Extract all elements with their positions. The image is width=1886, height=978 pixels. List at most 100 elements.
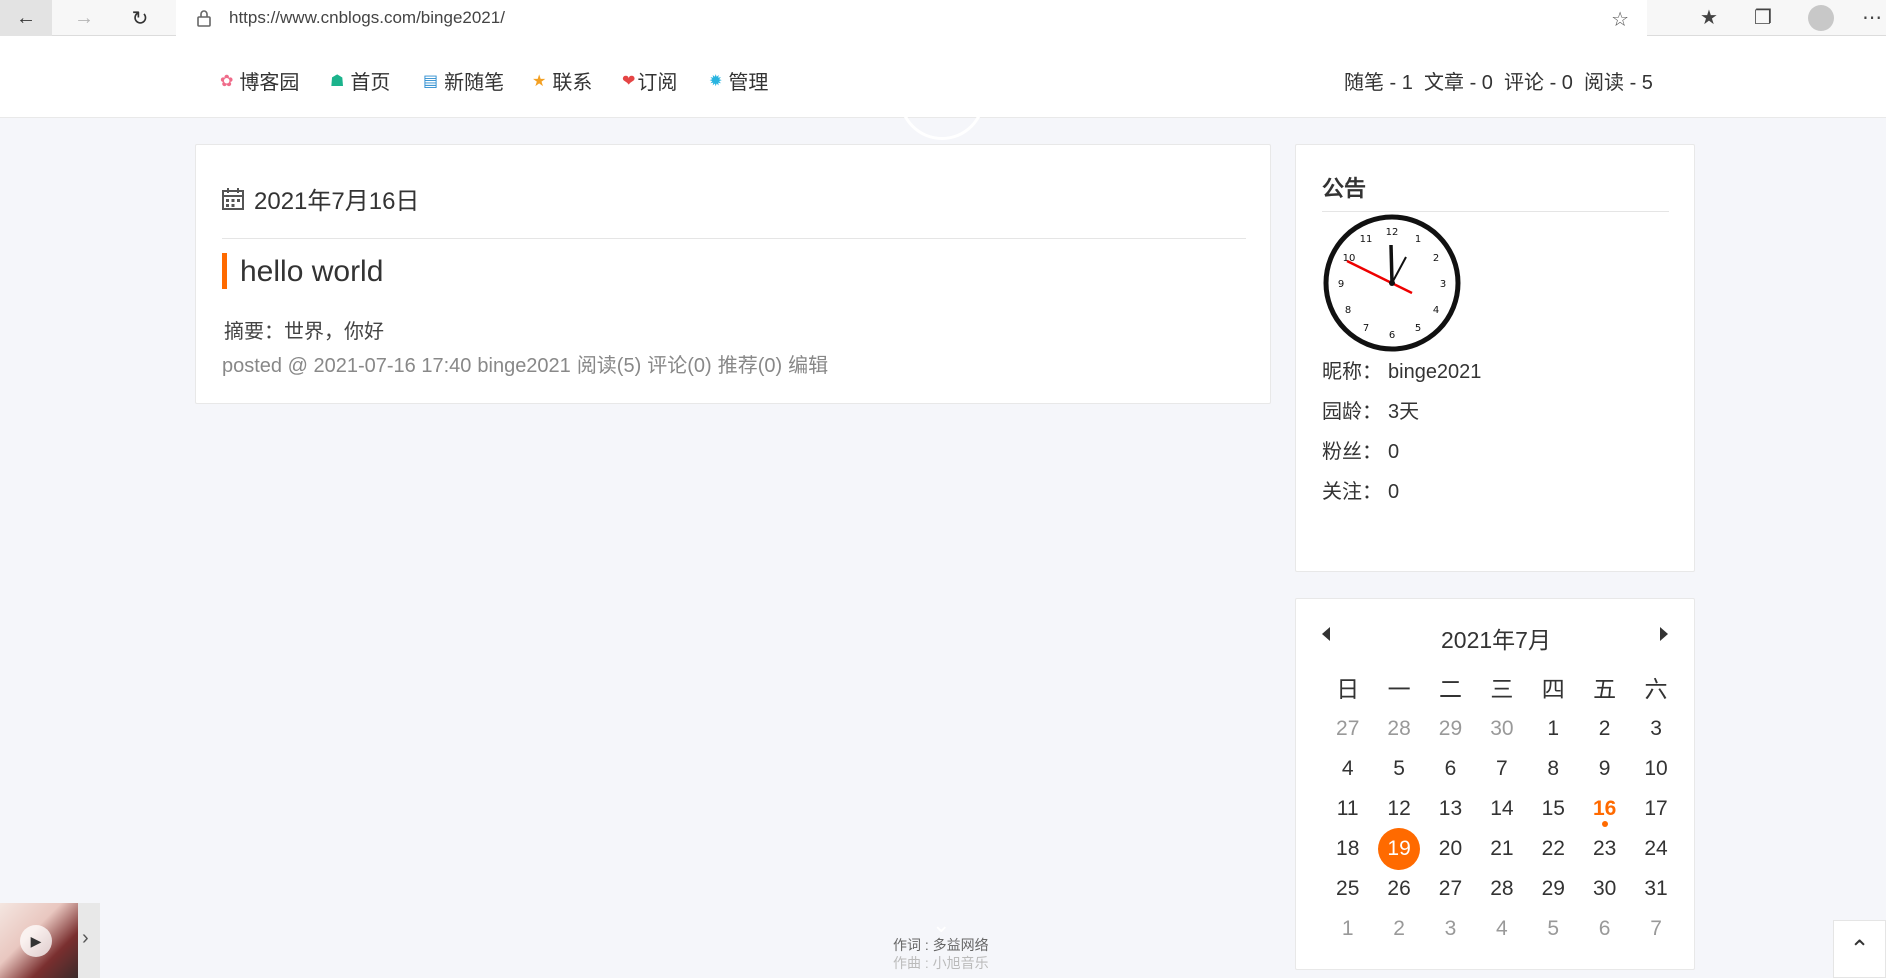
calendar-day[interactable]: 29 [1528,877,1579,901]
collections-icon[interactable]: ❐ [1754,5,1772,30]
play-icon[interactable]: ▶ [20,925,52,957]
nav-label: 新随笔 [444,72,505,94]
chevron-right-icon[interactable]: › [82,927,89,950]
calendar-day[interactable]: 7 [1630,917,1681,941]
calendar-day[interactable]: 11 [1322,797,1373,821]
calendar-day[interactable]: 29 [1425,717,1476,741]
calendar-day[interactable]: 31 [1630,877,1681,901]
nav-new-post[interactable]: ▤ 新随笔 [423,66,504,95]
svg-text:6: 6 [1389,330,1395,341]
age-value[interactable]: 3天 [1388,401,1419,423]
home-icon: ☗ [330,72,345,90]
weekday-label: 三 [1490,676,1514,702]
calendar-icon [222,187,244,210]
reload-button[interactable]: ↻ [114,0,166,36]
back-to-top-button[interactable]: ⌃ [1833,920,1886,978]
svg-text:5: 5 [1415,323,1421,334]
calendar-day[interactable]: 13 [1425,797,1476,821]
browser-toolbar: ← → ↻ https://www.cnblogs.com/binge2021/… [0,0,1886,36]
blog-stats: 随笔 - 1 文章 - 0 评论 - 0 阅读 - 5 [1344,72,1653,94]
lyric-line: 作曲 : 小旭音乐 [893,955,989,971]
followers-link[interactable]: 0 [1388,441,1399,463]
nav-label: 订阅 [637,72,678,94]
post-date: 2021年7月16日 [254,188,420,215]
more-icon[interactable]: ⋯ [1862,5,1882,30]
nickname-link[interactable]: binge2021 [1388,361,1481,383]
weekday-label: 四 [1541,676,1565,702]
calendar-day[interactable]: 26 [1373,877,1424,901]
post-author-link[interactable]: binge2021 [477,355,570,377]
calendar-day[interactable]: 28 [1476,877,1527,901]
calendar-day[interactable]: 6 [1579,917,1630,941]
chevron-down-icon[interactable]: ⌄ [932,912,950,938]
calendar-day[interactable]: 22 [1528,837,1579,861]
calendar-day[interactable]: 30 [1476,717,1527,741]
lock-icon [197,10,211,27]
svg-text:1: 1 [1415,234,1421,245]
profile-age: 园龄： 3天 [1322,401,1420,423]
calendar-day[interactable]: 4 [1322,757,1373,781]
nav-manage[interactable]: ✹ 管理 [709,66,768,95]
svg-text:7: 7 [1363,323,1369,334]
calendar-day[interactable]: 5 [1373,757,1424,781]
calendar-day[interactable]: 7 [1476,757,1527,781]
today-marker: 19 [1378,828,1421,870]
back-button[interactable]: ← [0,0,52,36]
calendar-day[interactable]: 14 [1476,797,1527,821]
profile-followers: 粉丝： 0 [1322,441,1400,463]
nav-label: 联系 [552,72,593,94]
nav-home[interactable]: ☗ 首页 [330,66,390,95]
add-favorite-icon[interactable]: ☆ [1611,7,1629,32]
next-month-icon[interactable] [1660,627,1668,641]
nav-subscribe[interactable]: ❤ 订阅 [622,66,677,95]
calendar-day[interactable]: 3 [1425,917,1476,941]
calendar-day[interactable]: 10 [1630,757,1681,781]
calendar-week: 1234567 [1322,909,1682,949]
calendar-day[interactable]: 5 [1528,917,1579,941]
calendar-day[interactable]: 21 [1476,837,1527,861]
calendar-day[interactable]: 27 [1322,717,1373,741]
profile-avatar[interactable] [1808,5,1834,31]
url-text[interactable]: https://www.cnblogs.com/binge2021/ [229,8,505,28]
calendar-day[interactable]: 20 [1425,837,1476,861]
divider [1322,211,1669,212]
post-edit-link[interactable]: 编辑 [788,355,828,377]
gear-icon: ✹ [709,72,723,90]
calendar-day[interactable]: 4 [1476,917,1527,941]
calendar-day[interactable]: 27 [1425,877,1476,901]
calendar-day[interactable]: 28 [1373,717,1424,741]
address-bar[interactable]: https://www.cnblogs.com/binge2021/ ☆ [176,0,1647,36]
calendar-day[interactable]: 18 [1322,837,1373,861]
following-link[interactable]: 0 [1388,481,1399,503]
post-title-link[interactable]: hello world [240,255,383,289]
calendar-day[interactable]: 15 [1528,797,1579,821]
calendar-day[interactable]: 17 [1630,797,1681,821]
calendar-day[interactable]: 2 [1579,717,1630,741]
calendar-day[interactable]: 9 [1579,757,1630,781]
calendar-week: 11 12 13 14 15 16 17 [1322,789,1682,829]
calendar-day[interactable]: 30 [1579,877,1630,901]
calendar-day[interactable]: 23 [1579,837,1630,861]
calendar-day[interactable]: 19 [1373,828,1424,870]
calendar-day[interactable]: 1 [1528,717,1579,741]
calendar-week: 25 26 27 28 29 30 31 [1322,869,1682,909]
calendar-day[interactable]: 6 [1425,757,1476,781]
nav-label: 管理 [728,72,769,94]
calendar-day[interactable]: 3 [1630,717,1681,741]
calendar-day[interactable]: 16 [1579,797,1630,827]
nav-cnblogs[interactable]: ✿ 博客园 [220,66,299,95]
calendar-day[interactable]: 8 [1528,757,1579,781]
nav-contact[interactable]: ★ 联系 [532,66,592,95]
calendar-day[interactable]: 25 [1322,877,1373,901]
arrow-left-icon: ← [16,6,36,29]
calendar-day[interactable]: 12 [1373,797,1424,821]
favorites-icon[interactable]: ★ [1700,5,1718,30]
weekday-label: 二 [1438,676,1462,702]
calendar-week: 18 19 20 21 22 23 24 [1322,828,1682,870]
calendar-day[interactable]: 2 [1373,917,1424,941]
post-comment-link[interactable]: 评论(0) [647,355,711,377]
calendar-day[interactable]: 1 [1322,917,1373,941]
reload-icon: ↻ [131,7,149,30]
calendar-day[interactable]: 24 [1630,837,1681,861]
forward-button[interactable]: → [58,0,110,36]
